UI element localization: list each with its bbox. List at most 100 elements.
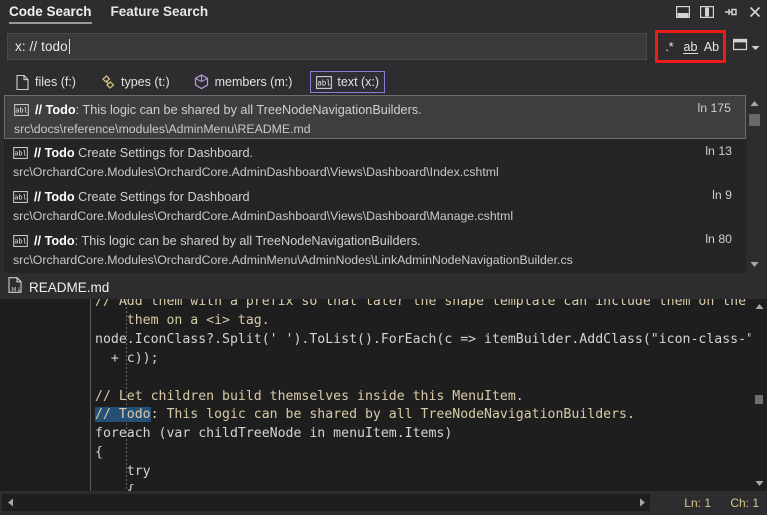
table-row[interactable]: abl // Todo: This logic can be shared by … xyxy=(4,227,746,271)
code-line: // Let children build themselves inside … xyxy=(95,388,751,407)
tab-code-search[interactable]: Code Search xyxy=(7,0,101,26)
title-bar: Code Search Feature Search xyxy=(0,0,767,26)
result-match-text: // Todo Create Settings for Dashboard. xyxy=(34,146,253,160)
code-line xyxy=(95,369,751,388)
code-line-text: + c)); xyxy=(95,350,159,366)
code-line-text: them on a <i> tag. xyxy=(95,312,270,328)
search-options-group: .* ab Ab xyxy=(655,30,726,63)
text-abl-icon: abl xyxy=(13,146,28,161)
text-abl-icon: abl xyxy=(13,234,28,249)
code-scroll-down-arrow-icon[interactable] xyxy=(751,476,767,491)
dock-side-icon[interactable] xyxy=(699,4,715,20)
svg-text:abl: abl xyxy=(14,193,26,201)
result-line-number: ln 9 xyxy=(712,188,732,202)
text-abl-icon: abl xyxy=(316,74,333,90)
code-line-text: foreach (var childTreeNode in menuItem.I… xyxy=(95,426,453,442)
code-horizontal-scrollbar[interactable] xyxy=(2,494,650,511)
results-scrollbar[interactable] xyxy=(746,95,763,273)
result-line-number: ln 175 xyxy=(697,101,731,115)
code-line-text: // Let children build themselves inside … xyxy=(95,388,524,404)
code-line: // Todo: This logic can be shared by all… xyxy=(95,406,751,425)
filter-chip-files-label: files (f:) xyxy=(35,75,76,89)
result-file-path: src\OrchardCore.Modules\OrchardCore.Admi… xyxy=(13,253,573,267)
code-preview[interactable]: // Add them with a prefix so that later … xyxy=(0,299,751,491)
tab-feature-search[interactable]: Feature Search xyxy=(101,0,218,26)
code-line: them on a <i> tag. xyxy=(95,312,751,331)
result-match-context: Create Settings for Dashboard. xyxy=(74,146,254,160)
window-layout-icon xyxy=(732,38,748,57)
window-controls xyxy=(675,4,763,20)
filter-chips: files (f:) types (t:) members (m:) abl t… xyxy=(8,70,748,94)
filter-chip-members[interactable]: members (m:) xyxy=(188,71,299,93)
search-input-value: x: // todo xyxy=(15,39,68,54)
result-match-term: // Todo xyxy=(34,190,75,204)
svg-text:abl: abl xyxy=(15,106,27,114)
table-row[interactable]: abl// Todo: This logic can be shared by … xyxy=(4,271,746,273)
text-abl-icon: abl xyxy=(14,103,29,118)
match-case-button[interactable]: Ab xyxy=(701,36,722,57)
scroll-right-arrow-icon[interactable] xyxy=(634,494,650,511)
code-line-rest: : This logic can be shared by all TreeNo… xyxy=(150,407,635,423)
search-scope-dropdown[interactable] xyxy=(732,37,763,57)
result-match-context: : This logic can be shared by all TreeNo… xyxy=(75,103,422,117)
filter-chip-files[interactable]: files (f:) xyxy=(8,71,82,93)
types-icon xyxy=(100,74,116,90)
code-scroll-up-arrow-icon[interactable] xyxy=(751,299,767,314)
text-abl-icon: abl xyxy=(13,190,28,205)
chevron-down-icon xyxy=(751,38,760,56)
table-row[interactable]: abl // Todo Create Settings for Dashboard… xyxy=(4,139,746,183)
filter-chip-text[interactable]: abl text (x:) xyxy=(310,71,386,93)
scroll-up-arrow-icon[interactable] xyxy=(746,95,763,112)
status-char-number: Ch: 1 xyxy=(730,496,759,510)
code-line: // Add them with a prefix so that later … xyxy=(95,299,751,312)
results-scrollbar-thumb[interactable] xyxy=(749,114,760,126)
tab-feature-search-label: Feature Search xyxy=(110,4,209,19)
result-match-context: : This logic can be shared by all TreeNo… xyxy=(74,234,421,248)
code-vertical-scrollbar[interactable] xyxy=(751,299,767,491)
code-text: // Add them with a prefix so that later … xyxy=(95,299,751,491)
svg-text:abl: abl xyxy=(318,78,332,87)
pin-icon[interactable] xyxy=(723,4,739,20)
preview-file-name: README.md xyxy=(29,279,110,295)
code-scrollbar-thumb[interactable] xyxy=(755,395,763,404)
result-match-term: // Todo xyxy=(34,234,75,248)
code-line-text: { xyxy=(95,483,135,491)
scroll-left-arrow-icon[interactable] xyxy=(2,494,18,511)
markdown-file-icon: M↓ xyxy=(8,276,22,298)
result-match-line: abl // Todo: This logic can be shared by … xyxy=(5,100,745,120)
result-match-text: // Todo: This logic can be shared by all… xyxy=(35,103,422,117)
code-line: foreach (var childTreeNode in menuItem.I… xyxy=(95,425,751,444)
result-line-number: ln 80 xyxy=(705,232,732,246)
match-whole-word-button[interactable]: ab xyxy=(680,36,701,57)
code-line-text: try xyxy=(95,464,151,480)
preview-file-header: M↓ README.md xyxy=(0,275,767,299)
filter-chip-types[interactable]: types (t:) xyxy=(94,71,176,93)
table-row[interactable]: abl // Todo: This logic can be shared by … xyxy=(4,95,746,139)
use-regular-expressions-button[interactable]: .* xyxy=(659,36,680,57)
match-whole-word-label: ab xyxy=(683,39,698,54)
status-bar: Ln: 1 Ch: 1 xyxy=(0,491,767,515)
result-match-line: abl // Todo Create Settings for Dashboard… xyxy=(4,143,746,163)
search-input[interactable]: x: // todo xyxy=(7,33,647,60)
svg-text:abl: abl xyxy=(14,237,26,245)
use-regular-expressions-label: .* xyxy=(665,39,674,54)
code-line-text: // Add them with a prefix so that later … xyxy=(95,299,747,309)
match-case-label: Ab xyxy=(703,39,720,54)
code-line: try xyxy=(95,463,751,482)
dock-bottom-icon[interactable] xyxy=(675,4,691,20)
code-gutter xyxy=(0,299,91,491)
scroll-down-arrow-icon[interactable] xyxy=(746,256,763,273)
text-caret xyxy=(68,39,70,54)
members-icon xyxy=(194,74,210,90)
tab-strip: Code Search Feature Search xyxy=(0,0,217,26)
svg-text:abl: abl xyxy=(14,149,26,157)
result-match-line: abl // Todo: This logic can be shared by … xyxy=(4,231,746,251)
close-icon[interactable] xyxy=(747,4,763,20)
search-results-list[interactable]: abl// Todo: This logic can be shared by … xyxy=(4,95,746,273)
filter-chip-types-label: types (t:) xyxy=(120,75,170,89)
result-file-path: src\OrchardCore.Modules\OrchardCore.Admi… xyxy=(13,165,499,179)
result-match-context: Create Settings for Dashboard xyxy=(74,190,250,204)
table-row[interactable]: abl // Todo Create Settings for Dashboard… xyxy=(4,183,746,227)
result-match-line: abl // Todo Create Settings for Dashboard xyxy=(4,187,746,207)
